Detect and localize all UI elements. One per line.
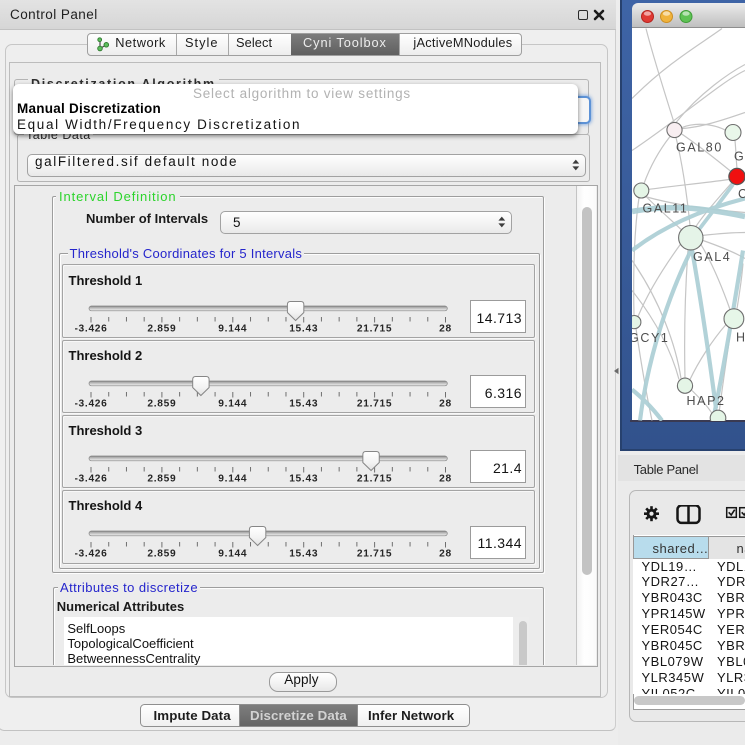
svg-text:28: 28 — [439, 398, 452, 409]
svg-text:GAL80: GAL80 — [676, 140, 723, 154]
svg-text:15.43: 15.43 — [289, 473, 318, 484]
svg-text:-3.426: -3.426 — [75, 323, 108, 334]
svg-text:GAL4: GAL4 — [693, 250, 731, 264]
svg-text:-3.426: -3.426 — [75, 398, 108, 409]
svg-text:21.715: 21.715 — [357, 549, 392, 560]
svg-text:C: C — [738, 187, 745, 201]
svg-text:-3.426: -3.426 — [75, 473, 108, 484]
svg-text:HAP2: HAP2 — [687, 394, 726, 408]
svg-text:15.43: 15.43 — [289, 323, 318, 334]
svg-text:9.144: 9.144 — [218, 323, 247, 334]
svg-text:-3.426: -3.426 — [75, 549, 108, 560]
svg-text:21.715: 21.715 — [357, 473, 392, 484]
svg-text:21.715: 21.715 — [357, 323, 392, 334]
svg-text:GCY1: GCY1 — [632, 331, 669, 345]
svg-text:2.859: 2.859 — [147, 398, 176, 409]
svg-text:GA: GA — [734, 149, 745, 163]
svg-text:H: H — [736, 330, 745, 344]
svg-text:28: 28 — [439, 473, 452, 484]
svg-text:2.859: 2.859 — [147, 323, 176, 334]
svg-text:9.144: 9.144 — [218, 473, 247, 484]
svg-text:28: 28 — [439, 549, 452, 560]
svg-text:28: 28 — [439, 323, 452, 334]
svg-text:9.144: 9.144 — [218, 398, 247, 409]
svg-text:15.43: 15.43 — [289, 549, 318, 560]
svg-text:21.715: 21.715 — [357, 398, 392, 409]
svg-text:15.43: 15.43 — [289, 398, 318, 409]
svg-text:2.859: 2.859 — [147, 549, 176, 560]
svg-text:GAL11: GAL11 — [643, 201, 689, 215]
svg-text:2.859: 2.859 — [147, 473, 176, 484]
svg-text:9.144: 9.144 — [218, 549, 247, 560]
